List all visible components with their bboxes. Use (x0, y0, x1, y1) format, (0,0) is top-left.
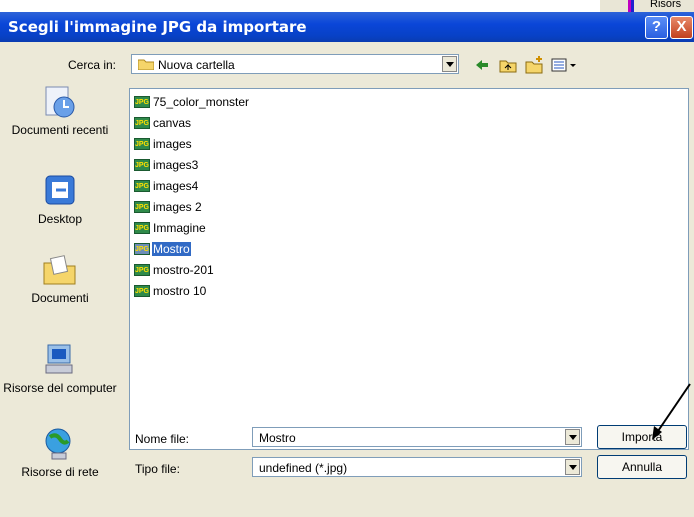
network-icon (42, 427, 78, 461)
jpg-file-icon: JPG (134, 158, 150, 171)
file-list[interactable]: JPG 75_color_monster JPG canvas JPG images … (129, 88, 689, 450)
jpg-file-icon: JPG (134, 221, 150, 234)
file-item[interactable]: JPG images3 (134, 157, 199, 173)
file-item[interactable]: JPG images 2 (134, 199, 203, 215)
place-label-network: Risorse di rete (21, 465, 99, 479)
filename-label: Nome file: (135, 432, 190, 446)
filetype-select[interactable]: undefined (*.jpg) (252, 457, 582, 477)
file-item[interactable]: JPG canvas (134, 115, 192, 131)
filename-dropdown-button[interactable] (565, 429, 580, 445)
filetype-label: Tipo file: (135, 462, 180, 476)
file-item[interactable]: JPG images (134, 136, 193, 152)
view-menu-icon[interactable] (550, 55, 580, 75)
background-window-icon (628, 0, 634, 12)
help-button[interactable]: ? (645, 16, 668, 39)
place-label-computer-1: Risorse del computer (3, 381, 117, 395)
up-folder-icon[interactable] (498, 55, 518, 75)
filename-field[interactable]: Mostro (252, 427, 582, 447)
file-item[interactable]: JPG mostro 10 (134, 283, 207, 299)
place-desktop[interactable]: Desktop (0, 174, 120, 226)
close-button[interactable]: X (670, 16, 693, 39)
filetype-dropdown-button[interactable] (565, 459, 580, 475)
recent-documents-icon (42, 85, 78, 119)
new-folder-icon[interactable] (524, 55, 544, 75)
look-in-combo[interactable]: Nuova cartella (131, 54, 459, 74)
desktop-icon (42, 174, 78, 208)
my-computer-icon (42, 343, 78, 377)
import-dialog: Scegli l'immagine JPG da importare ? X C… (0, 12, 694, 517)
place-recent-documents[interactable]: Documenti recenti (0, 85, 120, 137)
place-label-desktop: Desktop (37, 212, 83, 226)
file-item[interactable]: JPG 75_color_monster (134, 94, 250, 110)
window-title: Scegli l'immagine JPG da importare (8, 18, 307, 36)
back-icon[interactable] (472, 55, 492, 75)
place-label-recent: Documenti recenti (11, 123, 109, 137)
jpg-file-icon: JPG (134, 179, 150, 192)
place-network[interactable]: Risorse di rete (0, 427, 120, 479)
place-my-documents[interactable]: Documenti (0, 253, 120, 305)
place-label-documents: Documenti (31, 291, 89, 305)
my-documents-icon (42, 253, 78, 287)
file-item[interactable]: JPG images4 (134, 178, 199, 194)
jpg-file-icon: JPG (134, 95, 150, 108)
filename-value: Mostro (259, 431, 296, 445)
jpg-file-icon: JPG (134, 284, 150, 297)
file-item-selected[interactable]: JPG Mostro (134, 241, 191, 257)
cancel-button[interactable]: Annulla (597, 455, 687, 479)
place-my-computer[interactable]: Risorse del computer (0, 343, 120, 395)
look-in-value: Nuova cartella (158, 58, 235, 72)
file-item[interactable]: JPG Immagine (134, 220, 207, 236)
look-in-label: Cerca in: (68, 58, 117, 72)
filetype-value: undefined (*.jpg) (259, 461, 348, 475)
jpg-file-icon: JPG (134, 242, 150, 255)
folder-icon (137, 58, 155, 71)
background-window-text: Risors (650, 0, 682, 10)
jpg-file-icon: JPG (134, 116, 150, 129)
annotation-arrow (652, 383, 691, 440)
jpg-file-icon: JPG (134, 137, 150, 150)
title-bar: Scegli l'immagine JPG da importare ? X (0, 12, 694, 42)
file-item[interactable]: JPG mostro-201 (134, 262, 215, 278)
jpg-file-icon: JPG (134, 200, 150, 213)
jpg-file-icon: JPG (134, 263, 150, 276)
look-in-dropdown-button[interactable] (442, 56, 457, 72)
